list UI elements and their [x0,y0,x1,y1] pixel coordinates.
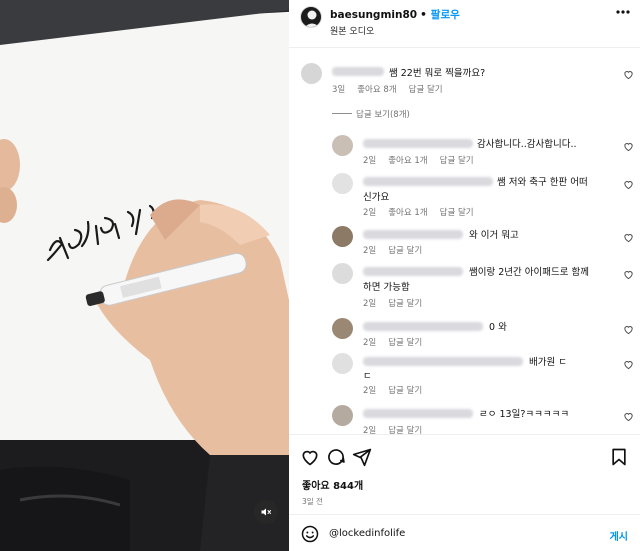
avatar[interactable] [332,263,353,284]
heart-icon[interactable] [623,141,634,152]
likes-count[interactable]: 좋아요 844개 [302,477,363,492]
avatar[interactable] [332,405,353,426]
comment-text: 0 와 [489,322,507,333]
post-panel: baesungmin80 • 팔로우 원본 오디오 쌤 22번 뭐로 찍을까요? 3… [289,0,640,551]
comment-text: ㄹㅇ 13일?ㅋㅋㅋㅋㅋ [479,409,570,420]
avatar[interactable] [332,135,353,156]
post-header: baesungmin80 • 팔로우 원본 오디오 [289,0,640,48]
action-bar: 좋아요 844개 3일 전 [289,434,640,514]
avatar[interactable] [332,353,353,374]
comment-time: 2일 [363,338,377,348]
blurred-username [363,139,473,148]
comment-text: 쌤 저와 축구 한판 어떠 [497,177,588,188]
reply-button[interactable]: 답글 달기 [440,156,474,166]
blurred-username [363,357,523,366]
comments-list: 쌤 22번 뭐로 찍을까요? 3일 좋아요 8개 답글 달기 답글 보기(8개) 감… [289,48,640,434]
comment-meta: 3일 좋아요 8개 답글 달기 [332,83,455,95]
mute-icon [261,508,271,516]
follow-button[interactable]: 팔로우 [431,9,460,21]
reply-button[interactable]: 답글 달기 [440,208,474,218]
blurred-username [363,230,463,239]
comment-input[interactable]: @lockedinfolife [329,528,405,539]
avatar[interactable] [300,6,322,28]
post-time: 3일 전 [302,497,323,506]
heart-icon[interactable] [623,69,634,80]
username[interactable]: baesungmin80 [330,9,417,21]
comment-icon[interactable] [326,447,346,467]
comment-time: 2일 [363,426,377,434]
video-scene [0,0,289,551]
reply-button[interactable]: 답글 달기 [409,85,443,95]
reply-button[interactable]: 답글 달기 [388,299,422,309]
comment-time: 2일 [363,208,377,218]
comment-time: 2일 [363,246,377,256]
reply-button[interactable]: 답글 달기 [388,246,422,256]
heart-icon[interactable] [623,359,634,370]
heart-icon[interactable] [623,269,634,280]
username-row: baesungmin80 • 팔로우 [330,7,460,22]
comment-meta: 2일 좋아요 1개 답글 달기 [363,154,486,166]
comment-text: 배가원 ㄷ [529,357,567,368]
comment-likes[interactable]: 좋아요 1개 [388,208,427,218]
blurred-username [363,409,473,418]
reply-button[interactable]: 답글 달기 [388,426,422,434]
post-button[interactable]: 게시 [610,528,628,543]
more-icon[interactable] [616,10,630,14]
view-replies-button[interactable]: 답글 보기(8개) [356,108,410,120]
comment-meta: 2일 답글 달기 [363,244,434,256]
comment-composer: @lockedinfolife 게시 [289,514,640,551]
separator-dot: • [420,9,427,21]
reply-button[interactable]: 답글 달기 [388,386,422,396]
heart-icon[interactable] [623,232,634,243]
avatar[interactable] [332,173,353,194]
avatar[interactable] [332,318,353,339]
video-player[interactable] [0,0,289,551]
comment-meta: 2일 답글 달기 [363,336,434,348]
heart-icon[interactable] [623,324,634,335]
comment-time: 2일 [363,299,377,309]
comment-text: 와 이거 뭐고 [469,230,519,241]
comment-meta: 2일 답글 달기 [363,297,434,309]
comment-text: 쌤 22번 뭐로 찍을까요? [389,68,486,79]
comment-text-line2: 하면 가능함 [363,282,410,293]
mute-button[interactable] [254,500,278,524]
comment-time: 2일 [363,156,377,166]
heart-icon[interactable] [623,179,634,190]
blurred-username [363,177,493,186]
comment-time: 3일 [332,85,346,95]
share-icon[interactable] [352,447,372,467]
audio-label[interactable]: 원본 오디오 [330,24,374,37]
blurred-username [363,322,483,331]
comment-likes[interactable]: 좋아요 8개 [357,85,396,95]
comment-likes[interactable]: 좋아요 1개 [388,156,427,166]
comment-meta: 2일 좋아요 1개 답글 달기 [363,206,486,218]
comment-text: 쌤이랑 2년간 아이패드로 함께 [469,267,589,278]
avatar[interactable] [301,63,322,84]
comment-text: 감사합니다..감사합니다.. [477,139,577,150]
replies-divider [332,113,352,114]
blurred-username [332,67,384,76]
heart-icon[interactable] [623,411,634,422]
blurred-username [363,267,463,276]
comment-meta: 2일 답글 달기 [363,384,434,396]
avatar[interactable] [332,226,353,247]
heart-icon[interactable] [300,447,320,467]
comment-meta: 2일 답글 달기 [363,424,434,434]
comment-text-line2: 신가요 [363,192,390,203]
bookmark-icon[interactable] [609,447,629,467]
comment-text-line2: ㄷ [363,371,372,382]
comment-time: 2일 [363,386,377,396]
reply-button[interactable]: 답글 달기 [388,338,422,348]
emoji-icon[interactable] [301,525,319,543]
